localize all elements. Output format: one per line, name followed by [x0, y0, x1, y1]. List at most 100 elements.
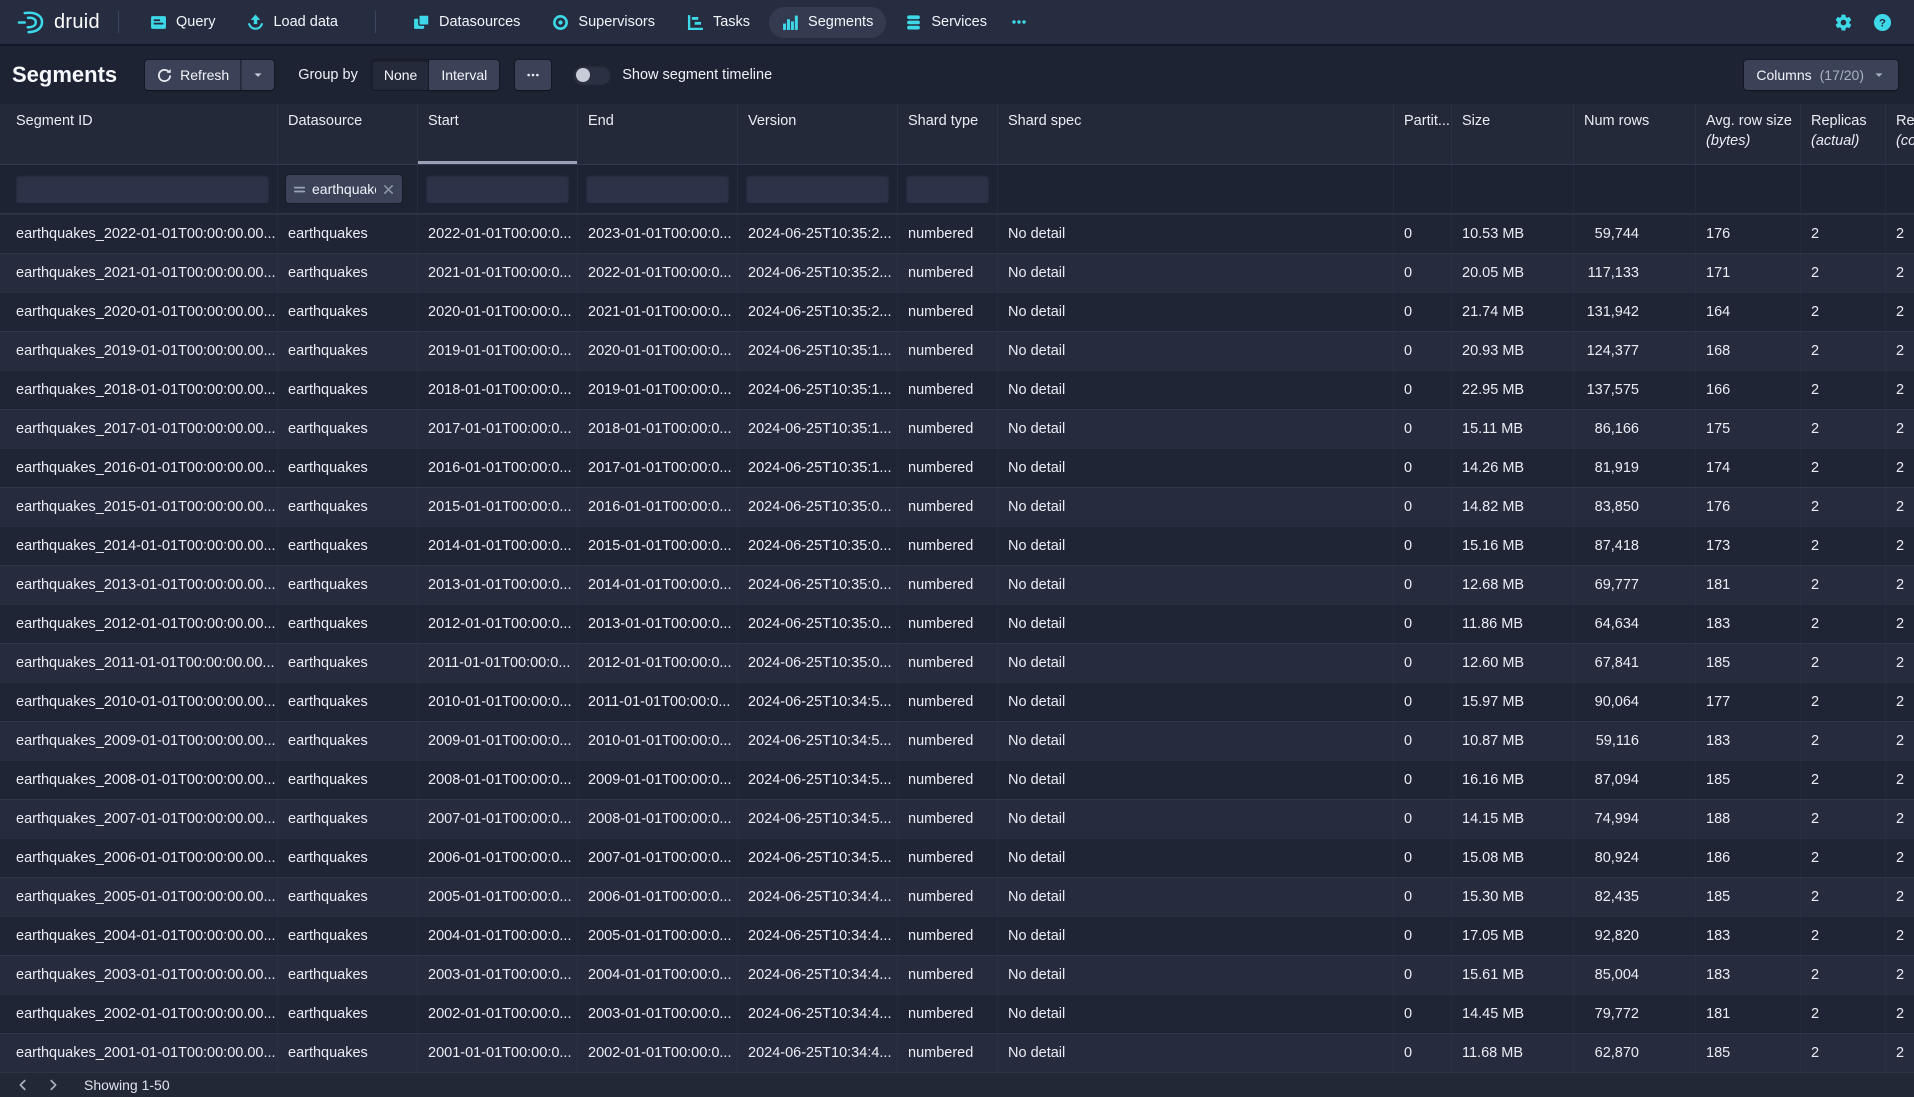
cell-datasource: earthquakes — [278, 761, 418, 799]
cell-shard_type: numbered — [898, 605, 998, 643]
previous-page-button[interactable] — [8, 1074, 38, 1096]
filter-input-start[interactable] — [426, 175, 569, 203]
cell-partition: 0 — [1394, 761, 1452, 799]
table-row[interactable]: earthquakes_2013-01-01T00:00:00.00...ear… — [0, 565, 1914, 604]
cell-shard_spec: No detail — [998, 605, 1394, 643]
table-row[interactable]: earthquakes_2006-01-01T00:00:00.00...ear… — [0, 838, 1914, 877]
cell-segment_id: earthquakes_2007-01-01T00:00:00.00... — [0, 800, 278, 838]
column-header-avg_row_size[interactable]: Avg. row size(bytes) — [1696, 104, 1801, 164]
cell-segment_id: earthquakes_2011-01-01T00:00:00.00... — [0, 644, 278, 682]
cell-shard_spec: No detail — [998, 488, 1394, 526]
druid-logo[interactable]: druid — [16, 10, 100, 35]
segment-timeline-toggle[interactable] — [573, 65, 611, 85]
cell-num_rows: 86,166 — [1574, 410, 1696, 448]
column-label: Start — [428, 113, 459, 129]
load-data-icon — [247, 14, 264, 31]
tasks-icon — [687, 14, 704, 31]
table-row[interactable]: earthquakes_2018-01-01T00:00:00.00...ear… — [0, 370, 1914, 409]
table-row[interactable]: earthquakes_2004-01-01T00:00:00.00...ear… — [0, 916, 1914, 955]
column-header-segment_id[interactable]: Segment ID — [0, 104, 278, 164]
help-icon[interactable]: ? — [1873, 13, 1892, 32]
refresh-button[interactable]: Refresh — [145, 60, 241, 90]
table-row[interactable]: earthquakes_2012-01-01T00:00:00.00...ear… — [0, 604, 1914, 643]
cell-end: 2008-01-01T00:00:0... — [578, 800, 738, 838]
group-by-none-button[interactable]: None — [372, 60, 429, 90]
cell-version: 2024-06-25T10:34:5... — [738, 839, 898, 877]
table-row[interactable]: earthquakes_2001-01-01T00:00:00.00...ear… — [0, 1033, 1914, 1072]
column-header-partition[interactable]: Partit... — [1394, 104, 1452, 164]
next-page-button[interactable] — [38, 1074, 68, 1096]
cell-version: 2024-06-25T10:34:4... — [738, 917, 898, 955]
cell-size: 11.86 MB — [1452, 605, 1574, 643]
cell-shard_spec: No detail — [998, 878, 1394, 916]
table-row[interactable]: earthquakes_2021-01-01T00:00:00.00...ear… — [0, 253, 1914, 292]
segments-icon — [782, 14, 799, 31]
datasource-filter-chip[interactable]: earthquake — [286, 175, 402, 203]
table-row[interactable]: earthquakes_2002-01-01T00:00:00.00...ear… — [0, 994, 1914, 1033]
cell-version: 2024-06-25T10:35:0... — [738, 566, 898, 604]
cell-datasource: earthquakes — [278, 683, 418, 721]
table-row[interactable]: earthquakes_2019-01-01T00:00:00.00...ear… — [0, 331, 1914, 370]
segments-table: Segment IDDatasourceStartEndVersionShard… — [0, 104, 1914, 1072]
cell-shard_type: numbered — [898, 956, 998, 994]
chip-remove-icon[interactable] — [382, 183, 395, 196]
column-header-size[interactable]: Size — [1452, 104, 1574, 164]
nav-item-tasks[interactable]: Tasks — [674, 7, 763, 38]
table-row[interactable]: earthquakes_2014-01-01T00:00:00.00...ear… — [0, 526, 1914, 565]
nav-item-segments[interactable]: Segments — [769, 7, 886, 38]
column-header-shard_type[interactable]: Shard type — [898, 104, 998, 164]
filter-input-shard_type[interactable] — [906, 175, 989, 203]
table-row[interactable]: earthquakes_2007-01-01T00:00:00.00...ear… — [0, 799, 1914, 838]
refresh-icon — [157, 68, 172, 83]
nav-item-supervisors[interactable]: Supervisors — [539, 7, 668, 38]
column-label: Datasource — [288, 113, 362, 129]
filter-input-segment_id[interactable] — [16, 175, 269, 203]
cell-version: 2024-06-25T10:34:5... — [738, 722, 898, 760]
cell-num_rows: 87,418 — [1574, 527, 1696, 565]
cell-datasource: earthquakes — [278, 800, 418, 838]
nav-item-load-data[interactable]: Load data — [234, 7, 351, 38]
table-row[interactable]: earthquakes_2009-01-01T00:00:00.00...ear… — [0, 721, 1914, 760]
cell-num_rows: 85,004 — [1574, 956, 1696, 994]
settings-gear-icon[interactable] — [1834, 13, 1853, 32]
table-row[interactable]: earthquakes_2016-01-01T00:00:00.00...ear… — [0, 448, 1914, 487]
table-row[interactable]: earthquakes_2022-01-01T00:00:00.00...ear… — [0, 214, 1914, 253]
column-header-start[interactable]: Start — [418, 104, 578, 164]
refresh-caret-button[interactable] — [241, 60, 274, 90]
column-header-shard_spec[interactable]: Shard spec — [998, 104, 1394, 164]
filter-input-end[interactable] — [586, 175, 729, 203]
column-header-replication_factor[interactable]: Replication factor(configured) — [1886, 104, 1914, 164]
nav-item-services[interactable]: Services — [892, 7, 1000, 38]
column-header-replicas[interactable]: Replicas(actual) — [1801, 104, 1886, 164]
filter-cell-partition — [1394, 165, 1452, 213]
cell-avg_row_size: 183 — [1696, 605, 1801, 643]
table-row[interactable]: earthquakes_2011-01-01T00:00:00.00...ear… — [0, 643, 1914, 682]
filter-input-version[interactable] — [746, 175, 889, 203]
column-label: Replication factor — [1896, 113, 1914, 129]
table-row[interactable]: earthquakes_2003-01-01T00:00:00.00...ear… — [0, 955, 1914, 994]
cell-shard_type: numbered — [898, 215, 998, 253]
columns-button[interactable]: Columns (17/20) — [1744, 60, 1898, 90]
nav-more-button[interactable] — [1000, 7, 1038, 37]
nav-item-datasources[interactable]: Datasources — [400, 7, 533, 38]
cell-replicas: 2 — [1801, 722, 1886, 760]
table-row[interactable]: earthquakes_2005-01-01T00:00:00.00...ear… — [0, 877, 1914, 916]
table-row[interactable]: earthquakes_2008-01-01T00:00:00.00...ear… — [0, 760, 1914, 799]
cell-shard_type: numbered — [898, 995, 998, 1033]
more-options-button[interactable] — [515, 60, 551, 90]
table-row[interactable]: earthquakes_2010-01-01T00:00:00.00...ear… — [0, 682, 1914, 721]
button-label: None — [384, 67, 417, 83]
cell-start: 2016-01-01T00:00:0... — [418, 449, 578, 487]
group-by-interval-button[interactable]: Interval — [429, 60, 499, 90]
table-row[interactable]: earthquakes_2015-01-01T00:00:00.00...ear… — [0, 487, 1914, 526]
column-header-version[interactable]: Version — [738, 104, 898, 164]
column-header-end[interactable]: End — [578, 104, 738, 164]
cell-start: 2005-01-01T00:00:0... — [418, 878, 578, 916]
table-row[interactable]: earthquakes_2017-01-01T00:00:00.00...ear… — [0, 409, 1914, 448]
column-header-datasource[interactable]: Datasource — [278, 104, 418, 164]
filter-cell-replication_factor — [1886, 165, 1914, 213]
table-row[interactable]: earthquakes_2020-01-01T00:00:00.00...ear… — [0, 292, 1914, 331]
nav-item-query[interactable]: Query — [137, 7, 229, 38]
column-header-num_rows[interactable]: Num rows — [1574, 104, 1696, 164]
cell-shard_spec: No detail — [998, 254, 1394, 292]
